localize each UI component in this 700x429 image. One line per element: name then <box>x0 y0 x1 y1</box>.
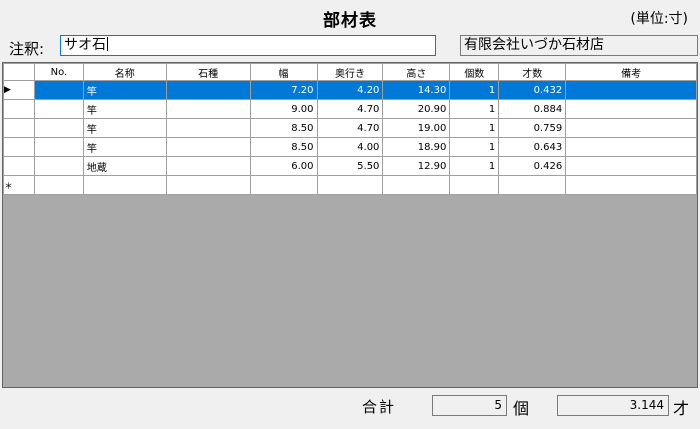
cell-no[interactable] <box>33 156 84 176</box>
count-unit-label: 個 <box>513 399 530 418</box>
new-row[interactable]: ＊ <box>3 175 697 195</box>
table-row[interactable]: 地蔵 6.00 5.50 12.90 1 0.426 <box>3 156 697 176</box>
cell-remarks[interactable] <box>565 137 697 157</box>
column-header-stone[interactable]: 石種 <box>165 63 251 81</box>
row-header[interactable] <box>3 118 35 138</box>
cell-count[interactable]: 1 <box>449 118 500 138</box>
company-name-field: 有限会社いづか石材店 <box>460 35 698 56</box>
cell-sai[interactable]: 0.426 <box>498 156 567 176</box>
cell-no[interactable] <box>33 137 84 157</box>
cell-depth[interactable]: 5.50 <box>316 156 384 176</box>
table-row[interactable]: 竿 8.50 4.70 19.00 1 0.759 <box>3 118 697 138</box>
cell-count[interactable]: 1 <box>449 156 500 176</box>
cell-height[interactable]: 19.00 <box>382 118 451 138</box>
cell-name[interactable]: 竿 <box>82 137 167 157</box>
note-input[interactable]: サオ石 <box>60 35 436 56</box>
parts-table: No. 名称 石種 幅 奥行き 高さ 個数 才数 備考 ▶ 竿 7.20 4.2… <box>3 63 697 195</box>
cell-count[interactable]: 1 <box>449 137 500 157</box>
table-row[interactable]: 竿 8.50 4.00 18.90 1 0.643 <box>3 137 697 157</box>
cell-name[interactable] <box>82 175 167 195</box>
cell-name[interactable]: 竿 <box>82 99 167 119</box>
cell-stone[interactable] <box>165 118 251 138</box>
cell-depth[interactable]: 4.70 <box>316 118 384 138</box>
row-header-new[interactable]: ＊ <box>3 175 35 195</box>
total-label: 合計 <box>362 398 397 416</box>
page-title: 部材表 <box>323 11 377 31</box>
cell-stone[interactable] <box>165 156 251 176</box>
cell-no[interactable] <box>33 99 84 119</box>
count-total-field: 5 <box>432 395 507 416</box>
note-input-value: サオ石 <box>64 37 106 53</box>
cell-stone[interactable] <box>165 99 251 119</box>
sai-total-field: 3.144 <box>557 395 669 416</box>
cell-name[interactable]: 竿 <box>82 118 167 138</box>
cell-sai[interactable]: 0.759 <box>498 118 567 138</box>
cell-sai[interactable]: 0.643 <box>498 137 567 157</box>
table-row[interactable]: 竿 9.00 4.70 20.90 1 0.884 <box>3 99 697 119</box>
cell-count[interactable] <box>449 175 500 195</box>
cell-depth[interactable]: 4.00 <box>316 137 384 157</box>
cell-depth[interactable]: 4.70 <box>316 99 384 119</box>
cell-width[interactable]: 7.20 <box>249 80 318 100</box>
column-header-remarks[interactable]: 備考 <box>565 63 697 81</box>
cell-width[interactable]: 6.00 <box>249 156 318 176</box>
cell-width[interactable]: 8.50 <box>249 137 318 157</box>
cell-sai[interactable]: 0.884 <box>498 99 567 119</box>
cell-depth[interactable] <box>316 175 384 195</box>
table-row[interactable]: ▶ 竿 7.20 4.20 14.30 1 0.432 <box>3 80 697 100</box>
unit-label: (単位:寸) <box>630 11 688 27</box>
text-caret <box>107 37 108 51</box>
cell-count[interactable]: 1 <box>449 99 500 119</box>
cell-width[interactable]: 8.50 <box>249 118 318 138</box>
cell-name[interactable]: 地蔵 <box>82 156 167 176</box>
cell-height[interactable] <box>382 175 451 195</box>
cell-depth[interactable]: 4.20 <box>316 80 384 100</box>
column-header-depth[interactable]: 奥行き <box>316 63 384 81</box>
column-header-count[interactable]: 個数 <box>449 63 500 81</box>
cell-stone[interactable] <box>165 175 251 195</box>
note-label: 注釈: <box>9 40 45 58</box>
cell-height[interactable]: 14.30 <box>382 80 451 100</box>
sai-unit-label: 才 <box>673 399 690 418</box>
cell-remarks[interactable] <box>565 118 697 138</box>
cell-remarks[interactable] <box>565 156 697 176</box>
row-header[interactable] <box>3 156 35 176</box>
cell-width[interactable]: 9.00 <box>249 99 318 119</box>
cell-remarks[interactable] <box>565 80 697 100</box>
cell-no[interactable] <box>33 80 84 100</box>
column-header-sai[interactable]: 才数 <box>498 63 567 81</box>
row-header[interactable] <box>3 99 35 119</box>
cell-remarks[interactable] <box>565 99 697 119</box>
cell-remarks[interactable] <box>565 175 697 195</box>
row-header-current[interactable]: ▶ <box>3 80 35 100</box>
parts-grid[interactable]: No. 名称 石種 幅 奥行き 高さ 個数 才数 備考 ▶ 竿 7.20 4.2… <box>2 62 698 388</box>
column-header-no[interactable]: No. <box>33 63 84 81</box>
column-header-width[interactable]: 幅 <box>249 63 318 81</box>
header-corner <box>3 63 35 81</box>
cell-no[interactable] <box>33 118 84 138</box>
cell-height[interactable]: 20.90 <box>382 99 451 119</box>
cell-count[interactable]: 1 <box>449 80 500 100</box>
cell-sai[interactable]: 0.432 <box>498 80 567 100</box>
cell-sai[interactable] <box>498 175 567 195</box>
cell-stone[interactable] <box>165 137 251 157</box>
column-header-name[interactable]: 名称 <box>82 63 167 81</box>
column-header-height[interactable]: 高さ <box>382 63 451 81</box>
header-row: No. 名称 石種 幅 奥行き 高さ 個数 才数 備考 <box>3 63 697 81</box>
cell-stone[interactable] <box>165 80 251 100</box>
cell-name[interactable]: 竿 <box>82 80 167 100</box>
row-header[interactable] <box>3 137 35 157</box>
cell-height[interactable]: 18.90 <box>382 137 451 157</box>
cell-no[interactable] <box>33 175 84 195</box>
cell-width[interactable] <box>249 175 318 195</box>
cell-height[interactable]: 12.90 <box>382 156 451 176</box>
